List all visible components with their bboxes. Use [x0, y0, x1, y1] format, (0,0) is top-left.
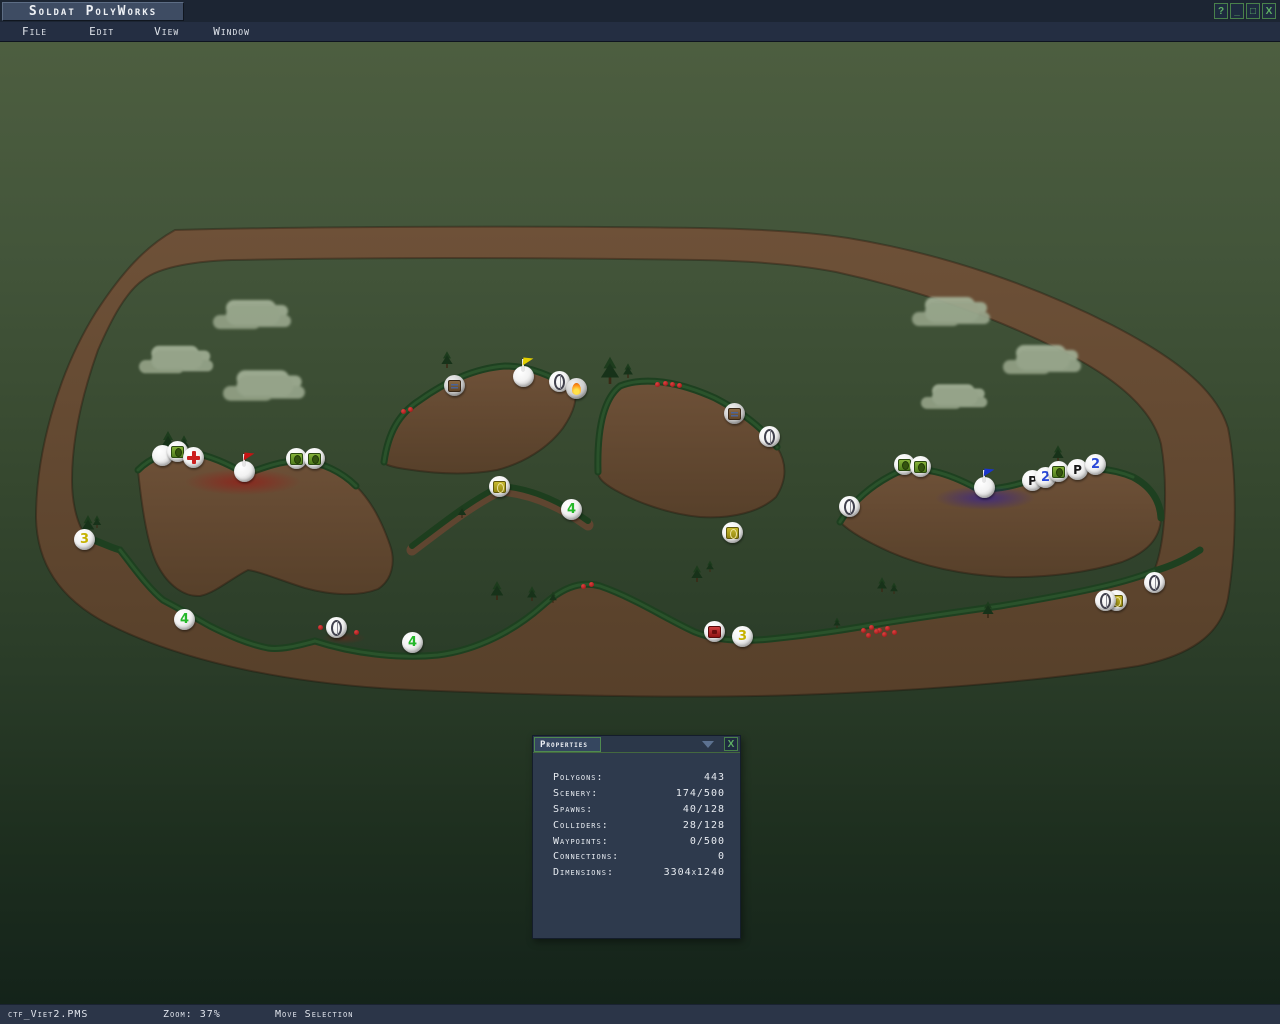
property-row: Dimensions: 3304x1240	[533, 865, 740, 881]
marker-team-3[interactable]: 3	[732, 626, 753, 647]
window-buttons: ?_□X	[1214, 3, 1276, 19]
marker-grenade[interactable]	[304, 448, 325, 469]
menubar: File Edit View Window	[0, 22, 1280, 42]
menu-item-window[interactable]: Window	[209, 23, 254, 40]
marker-team-4[interactable]: 4	[174, 609, 195, 630]
marker-team-4[interactable]: 4	[402, 632, 423, 653]
property-row: Spawns: 40/128	[533, 802, 740, 818]
marker-bow[interactable]	[1144, 572, 1165, 593]
property-value: 3304x1240	[664, 867, 725, 878]
terrain-island-mid-left	[384, 366, 576, 473]
marker-flag-red[interactable]	[234, 461, 255, 482]
property-label: Colliders:	[553, 820, 609, 831]
menu-item-file[interactable]: File	[18, 23, 51, 40]
marker-bow[interactable]	[839, 496, 860, 517]
close-button[interactable]: X	[1262, 3, 1276, 19]
collapse-icon[interactable]	[702, 741, 714, 748]
property-label: Polygons:	[553, 772, 604, 783]
property-row: Waypoints: 0/500	[533, 833, 740, 849]
statusbar: ctf_Viet2.PMS Zoom: 37% Move Selection	[0, 1004, 1280, 1024]
property-label: Scenery:	[553, 788, 598, 799]
properties-title: Properties	[540, 740, 588, 750]
menu-item-view[interactable]: View	[150, 23, 183, 40]
title-box: Soldat PolyWorks	[2, 2, 184, 21]
marker-team-3[interactable]: 3	[74, 529, 95, 550]
properties-title-box: Properties	[534, 737, 601, 752]
marker-team-4[interactable]: 4	[561, 499, 582, 520]
property-row: Polygons: 443	[533, 770, 740, 786]
restore-button[interactable]: □	[1246, 3, 1260, 19]
property-value: 40/128	[683, 804, 725, 815]
status-tool: Move Selection	[275, 1009, 353, 1020]
app-window: Soldat PolyWorks ?_□X FileEditViewWindow	[0, 0, 1280, 1024]
marker-grenade[interactable]	[910, 456, 931, 477]
marker-statgun[interactable]	[444, 375, 465, 396]
marker-bow[interactable]	[326, 617, 347, 638]
titlebar: Soldat PolyWorks ?_□X	[0, 0, 1280, 22]
menu-item-edit[interactable]: Edit	[85, 23, 118, 40]
terrain-ledge	[412, 490, 588, 550]
marker-statgun[interactable]	[724, 403, 745, 424]
terrain-island-mid-right	[598, 381, 785, 517]
property-value: 443	[704, 772, 725, 783]
marker-flag-yellow[interactable]	[513, 366, 534, 387]
map-canvas[interactable]: 4P2P23443 Properties X Polygons:443Scene…	[0, 42, 1280, 1004]
property-label: Connections:	[553, 851, 619, 862]
properties-panel-header[interactable]: Properties X	[533, 736, 740, 753]
marker-grenade[interactable]	[1048, 461, 1069, 482]
status-zoom: Zoom: 37%	[163, 1009, 221, 1020]
marker-flame[interactable]	[566, 378, 587, 399]
property-label: Dimensions:	[553, 867, 614, 878]
marker-flag-blue[interactable]	[974, 477, 995, 498]
minimize-button[interactable]: _	[1230, 3, 1244, 19]
window-title: Soldat PolyWorks	[29, 4, 157, 19]
properties-body: Polygons: 443 Scenery: 174/500 Spawns: 40/128…	[533, 753, 740, 881]
property-value: 174/500	[676, 788, 725, 799]
marker-medkit[interactable]	[183, 447, 204, 468]
panel-close-button[interactable]: X	[724, 737, 738, 751]
help-button[interactable]: ?	[1214, 3, 1228, 19]
marker-vest[interactable]	[722, 522, 743, 543]
property-row: Scenery: 174/500	[533, 786, 740, 802]
properties-panel: Properties X Polygons: 443 Scenery: 174/500…	[532, 735, 741, 939]
marker-team-2[interactable]: 2	[1085, 454, 1106, 475]
property-value: 0	[718, 851, 725, 862]
marker-bow[interactable]	[1095, 590, 1116, 611]
property-label: Spawns:	[553, 804, 593, 815]
marker-bow[interactable]	[759, 426, 780, 447]
property-value: 0/500	[690, 836, 725, 847]
marker-cluster[interactable]	[704, 621, 725, 642]
property-value: 28/128	[683, 820, 725, 831]
marker-vest[interactable]	[489, 476, 510, 497]
property-row: Connections: 0	[533, 849, 740, 865]
property-row: Colliders: 28/128	[533, 817, 740, 833]
property-label: Waypoints:	[553, 836, 609, 847]
status-filename: ctf_Viet2.PMS	[8, 1009, 88, 1020]
